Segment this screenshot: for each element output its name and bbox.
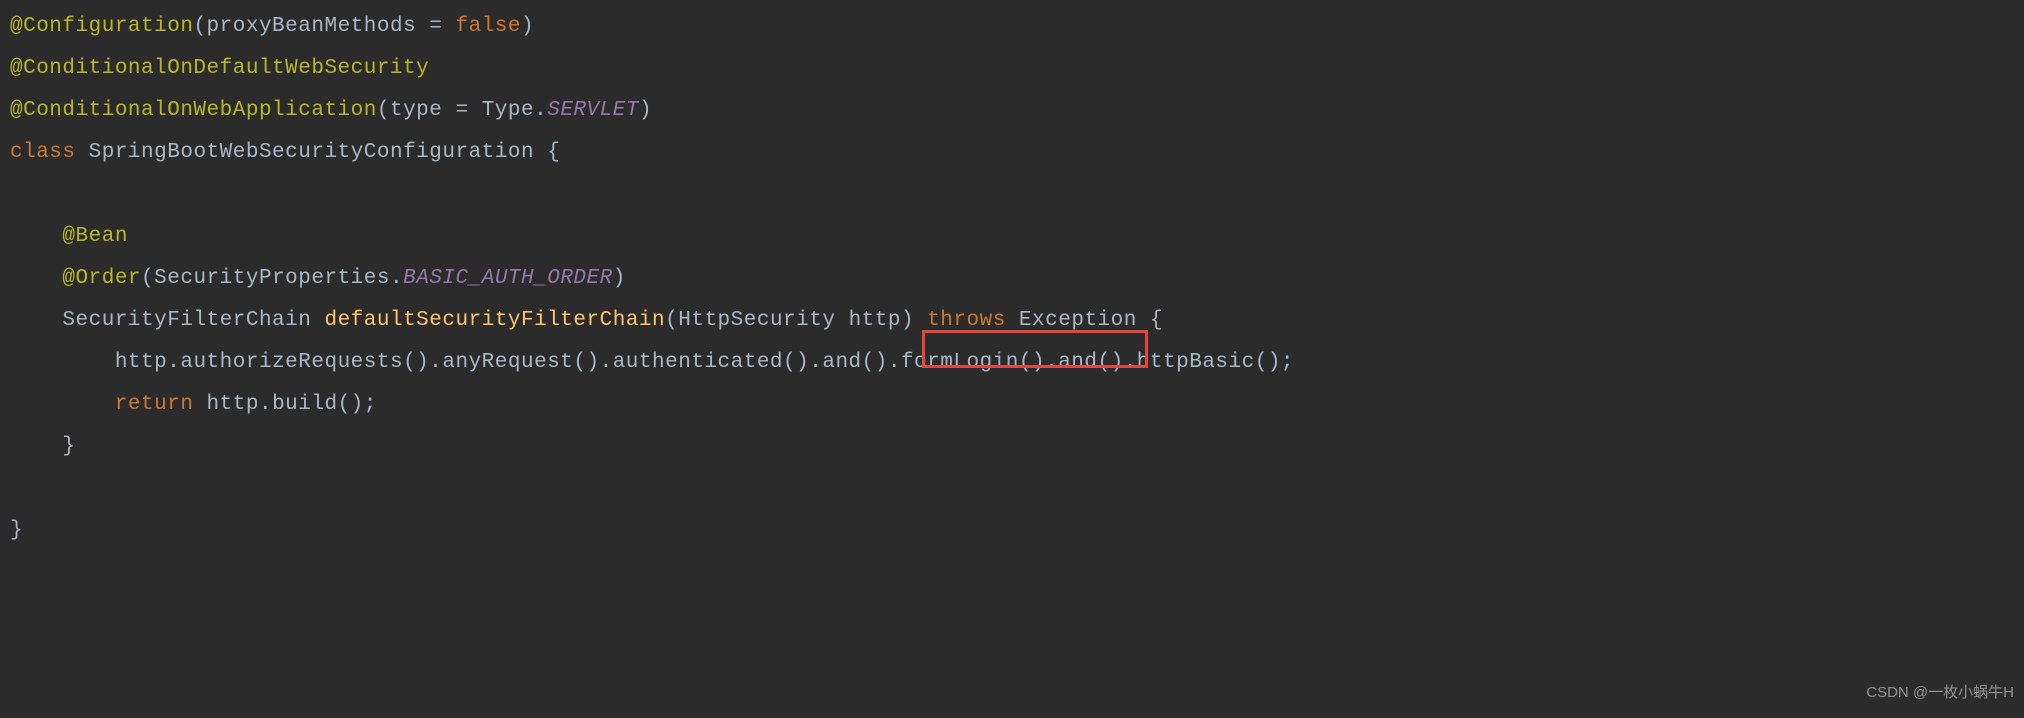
highlighted-code: and().formLogin() — [822, 351, 1045, 374]
annotation-bean: @Bean — [62, 225, 128, 248]
constant: BASIC_AUTH_ORDER — [403, 267, 613, 290]
line-11: } — [10, 435, 76, 458]
line-10: return http.build(); — [10, 393, 377, 416]
line-7: @Order(SecurityProperties.BASIC_AUTH_ORD… — [10, 267, 626, 290]
keyword-false: false — [456, 15, 522, 38]
keyword-throws: throws — [927, 309, 1006, 332]
line-8: SecurityFilterChain defaultSecurityFilte… — [10, 309, 1163, 332]
line-9: http.authorizeRequests().anyRequest().au… — [10, 351, 1294, 374]
line-1: @Configuration(proxyBeanMethods = false) — [10, 15, 534, 38]
param-type: HttpSecurity — [678, 309, 848, 332]
method-name: defaultSecurityFilterChain — [324, 309, 665, 332]
keyword-return: return — [115, 393, 194, 416]
line-6: @Bean — [10, 225, 128, 248]
annotation: @Configuration — [10, 15, 193, 38]
enum-constant: SERVLET — [547, 99, 639, 122]
annotation: @ConditionalOnWebApplication — [10, 99, 377, 122]
watermark: CSDN @一枚小蜗牛H — [1866, 672, 2014, 714]
line-13: } — [10, 519, 23, 542]
return-type: SecurityFilterChain — [62, 309, 324, 332]
line-4: class SpringBootWebSecurityConfiguration… — [10, 141, 560, 164]
code-editor[interactable]: @Configuration(proxyBeanMethods = false)… — [10, 6, 2024, 552]
annotation-order: @Order — [62, 267, 141, 290]
keyword-class: class — [10, 141, 76, 164]
line-2: @ConditionalOnDefaultWebSecurity — [10, 57, 429, 80]
line-3: @ConditionalOnWebApplication(type = Type… — [10, 99, 652, 122]
annotation: @ConditionalOnDefaultWebSecurity — [10, 57, 429, 80]
param-name: http — [849, 309, 901, 332]
class-name: SpringBootWebSecurityConfiguration { — [89, 141, 561, 164]
